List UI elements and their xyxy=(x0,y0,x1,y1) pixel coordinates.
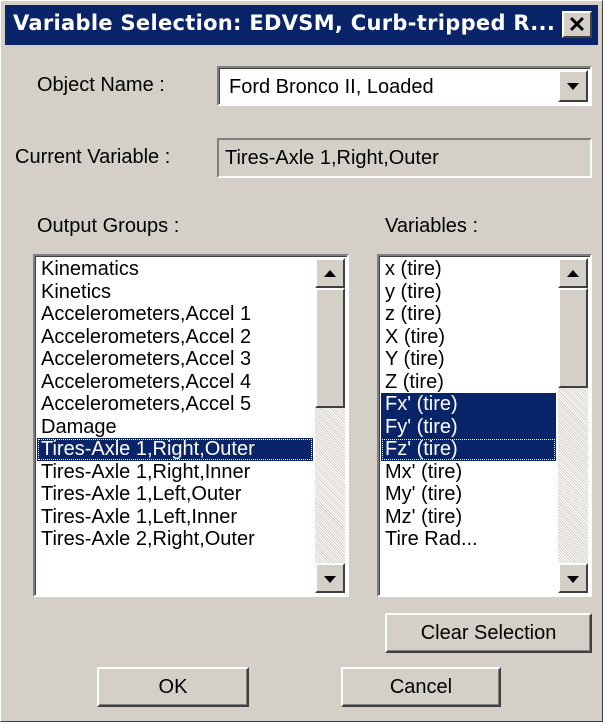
object-name-dropdown[interactable]: Ford Bronco II, Loaded xyxy=(217,66,592,106)
variable-item[interactable]: Fy' (tire) xyxy=(381,415,556,438)
output-group-item[interactable]: Accelerometers,Accel 5 xyxy=(37,393,313,416)
output-groups-items: Kinematics Kinetics Accelerometers,Accel 1… xyxy=(37,258,313,593)
variables-scroll-up[interactable] xyxy=(558,258,588,288)
output-group-item[interactable]: Tires-Axle 1,Left,Outer xyxy=(37,483,313,506)
variable-item[interactable]: x (tire) xyxy=(381,258,556,281)
object-name-dropdown-button[interactable] xyxy=(558,70,588,102)
output-groups-scroll-up[interactable] xyxy=(315,258,345,288)
output-group-item[interactable]: Tires-Axle 1,Right,Outer xyxy=(37,438,313,461)
output-groups-scroll-thumb[interactable] xyxy=(315,288,345,408)
close-icon: ✕ xyxy=(567,11,587,37)
current-variable-value: Tires-Axle 1,Right,Outer xyxy=(225,147,439,169)
variable-item[interactable]: Fz' (tire) xyxy=(381,438,556,461)
output-groups-scrollbar[interactable] xyxy=(315,258,345,593)
current-variable-field: Tires-Axle 1,Right,Outer xyxy=(217,138,592,178)
title-bar[interactable]: Variable Selection: EDVSM, Curb-tripped … xyxy=(5,5,598,45)
output-groups-label: Output Groups : xyxy=(37,215,180,237)
variable-item[interactable]: Fx' (tire) xyxy=(381,393,556,416)
variable-item[interactable]: X (tire) xyxy=(381,326,556,349)
variables-scroll-down[interactable] xyxy=(558,563,588,593)
output-group-item[interactable]: Kinetics xyxy=(37,281,313,304)
output-groups-list[interactable]: Kinematics Kinetics Accelerometers,Accel 1… xyxy=(33,254,349,597)
object-name-label: Object Name : xyxy=(37,74,165,96)
output-group-item[interactable]: Kinematics xyxy=(37,258,313,281)
output-group-item[interactable]: Accelerometers,Accel 3 xyxy=(37,348,313,371)
variable-item[interactable]: y (tire) xyxy=(381,281,556,304)
scroll-down-icon xyxy=(567,576,579,583)
clear-selection-button[interactable]: Clear Selection xyxy=(385,613,592,653)
scroll-up-icon xyxy=(567,270,579,277)
variable-item[interactable]: Tire Rad... xyxy=(381,528,556,551)
ok-button[interactable]: OK xyxy=(97,667,249,707)
output-groups-scroll-down[interactable] xyxy=(315,563,345,593)
close-button[interactable]: ✕ xyxy=(562,11,592,38)
object-name-value: Ford Bronco II, Loaded xyxy=(229,76,434,98)
output-group-item[interactable]: Accelerometers,Accel 2 xyxy=(37,326,313,349)
scroll-down-icon xyxy=(324,576,336,583)
variable-item[interactable]: Y (tire) xyxy=(381,348,556,371)
cancel-button[interactable]: Cancel xyxy=(341,667,501,707)
variables-scrollbar[interactable] xyxy=(558,258,588,593)
variable-item[interactable]: Mx' (tire) xyxy=(381,461,556,484)
output-group-item[interactable]: Accelerometers,Accel 1 xyxy=(37,303,313,326)
variables-scroll-thumb[interactable] xyxy=(558,288,588,388)
chevron-down-icon xyxy=(567,83,579,90)
current-variable-label: Current Variable : xyxy=(15,146,171,168)
output-group-item[interactable]: Tires-Axle 2,Right,Outer xyxy=(37,528,313,551)
variable-item[interactable]: Z (tire) xyxy=(381,371,556,394)
output-group-item[interactable]: Accelerometers,Accel 4 xyxy=(37,371,313,394)
variable-selection-dialog: Variable Selection: EDVSM, Curb-tripped … xyxy=(0,0,603,722)
output-group-item[interactable]: Damage xyxy=(37,416,313,439)
variables-items: x (tire) y (tire) z (tire) X (tire) Y (tire)… xyxy=(381,258,556,593)
variables-list[interactable]: x (tire) y (tire) z (tire) X (tire) Y (tire)… xyxy=(377,254,592,597)
variable-item[interactable]: Mz' (tire) xyxy=(381,506,556,529)
output-group-item[interactable]: Tires-Axle 1,Left,Inner xyxy=(37,506,313,529)
output-group-item[interactable]: Tires-Axle 1,Right,Inner xyxy=(37,461,313,484)
variable-item[interactable]: z (tire) xyxy=(381,303,556,326)
window-title: Variable Selection: EDVSM, Curb-tripped … xyxy=(13,11,556,35)
variables-label: Variables : xyxy=(385,215,479,237)
variable-item[interactable]: My' (tire) xyxy=(381,483,556,506)
scroll-up-icon xyxy=(324,270,336,277)
